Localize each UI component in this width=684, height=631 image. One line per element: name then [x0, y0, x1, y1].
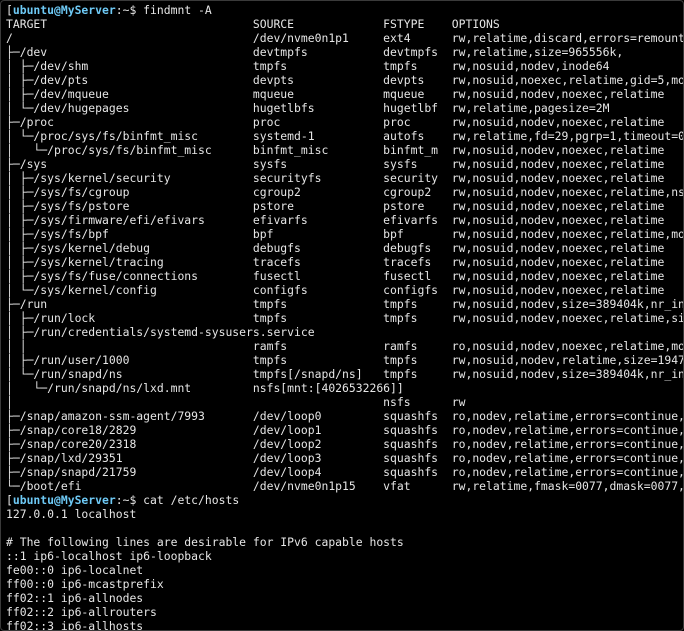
table-header: TARGET SOURCE FSTYPE OPTIONS — [6, 17, 500, 31]
table-row: ├─/snap/core18/2829 /dev/loop1 squashfs … — [6, 423, 683, 437]
table-row: │ ├─/run/user/1000 tmpfs tmpfs rw,nosuid… — [6, 353, 683, 367]
table-row: │ ├─/sys/firmware/efi/efivars efivarfs e… — [6, 213, 665, 227]
hosts-line: fe00::0 ip6-localnet — [6, 563, 144, 577]
table-row: │ └─/proc/sys/fs/binfmt_misc systemd-1 a… — [6, 129, 683, 143]
table-row: │ ├─/dev/shm tmpfs tmpfs rw,nosuid,nodev… — [6, 59, 610, 73]
prompt-open-bracket: [ — [6, 3, 13, 17]
hosts-line: ff02::3 ip6-allhosts — [6, 619, 144, 631]
hosts-line: ff02::2 ip6-allrouters — [6, 605, 157, 619]
table-row: │ ├─/sys/fs/fuse/connections fusectl fus… — [6, 269, 665, 283]
terminal-window[interactable]: [ubuntu@MyServer:~$ findmnt -A TARGET SO… — [0, 0, 684, 631]
table-row: ├─/snap/lxd/29351 /dev/loop3 squashfs ro… — [6, 451, 683, 465]
table-row: │ ├─/sys/kernel/debug debugfs debugfs rw… — [6, 241, 665, 255]
table-row: └─/boot/efi /dev/nvme0n1p15 vfat rw,rela… — [6, 479, 683, 493]
command-text: cat /etc/hosts — [143, 493, 240, 507]
prompt-path: :~$ — [115, 3, 144, 17]
hosts-output: 127.0.0.1 localhost # The following lines… — [6, 507, 683, 631]
table-row: │ └─/sys/kernel/config configfs configfs… — [6, 283, 665, 297]
table-row: │ ├─/sys/fs/pstore pstore pstore rw,nosu… — [6, 199, 665, 213]
table-row: │ │ ramfs ramfs ro,nosuid,nodev,noexec,r… — [6, 339, 683, 353]
table-row: ├─/proc proc proc rw,nosuid,nodev,noexec… — [6, 115, 665, 129]
hosts-line: 127.0.0.1 localhost — [6, 507, 137, 521]
findmnt-output: / /dev/nvme0n1p1 ext4 rw,relatime,discar… — [6, 31, 683, 493]
table-row: │ ├─/sys/fs/bpf bpf bpf rw,nosuid,nodev,… — [6, 227, 683, 241]
table-row: ├─/sys sysfs sysfs rw,nosuid,nodev,noexe… — [6, 157, 665, 171]
hosts-line: ff02::1 ip6-allnodes — [6, 591, 144, 605]
table-row: │ ├─/run/credentials/systemd-sysusers.se… — [6, 325, 315, 339]
table-row: │ ├─/sys/kernel/security securityfs secu… — [6, 171, 665, 185]
command-text: findmnt -A — [143, 3, 212, 17]
table-row: │ └─/proc/sys/fs/binfmt_misc binfmt_misc… — [6, 143, 665, 157]
table-row: │ └─/dev/hugepages hugetlbfs hugetlbf rw… — [6, 101, 610, 115]
prompt-line-findmnt: [ubuntu@MyServer:~$ findmnt -A — [6, 3, 683, 17]
prompt-open-bracket: [ — [6, 493, 13, 507]
table-row: │ ├─/run/lock tmpfs tmpfs rw,nosuid,node… — [6, 311, 683, 325]
table-row: │ └─/run/snapd/ns tmpfs[/snapd/ns] tmpfs… — [6, 367, 683, 381]
table-row: ├─/dev devtmpfs devtmpfs rw,relatime,siz… — [6, 45, 624, 59]
hosts-line — [6, 521, 683, 535]
prompt-line-cat: [ubuntu@MyServer:~$ cat /etc/hosts — [6, 493, 683, 507]
table-row: │ └─/run/snapd/ns/lxd.mnt nsfs[mnt:[4026… — [6, 381, 404, 395]
table-row: │ ├─/dev/mqueue mqueue mqueue rw,nosuid,… — [6, 87, 665, 101]
table-row: ├─/snap/core20/2318 /dev/loop2 squashfs … — [6, 437, 683, 451]
table-row: │ ├─/sys/kernel/tracing tracefs tracefs … — [6, 255, 665, 269]
prompt-user-host: ubuntu@MyServer — [12, 3, 116, 17]
table-row: / /dev/nvme0n1p1 ext4 rw,relatime,discar… — [6, 31, 683, 45]
table-row: ├─/snap/amazon-ssm-agent/7993 /dev/loop0… — [6, 409, 683, 423]
table-row: │ ├─/sys/fs/cgroup cgroup2 cgroup2 rw,no… — [6, 185, 683, 199]
table-row: ├─/snap/snapd/21759 /dev/loop4 squashfs … — [6, 465, 683, 479]
prompt-user-host: ubuntu@MyServer — [12, 493, 116, 507]
table-row: │ nsfs rw — [6, 395, 466, 409]
hosts-line: # The following lines are desirable for … — [6, 535, 404, 549]
prompt-path: :~$ — [115, 493, 144, 507]
table-row: ├─/run tmpfs tmpfs rw,nosuid,nodev,size=… — [6, 297, 683, 311]
table-row: │ ├─/dev/pts devpts devpts rw,nosuid,noe… — [6, 73, 683, 87]
hosts-line: ff00::0 ip6-mcastprefix — [6, 577, 164, 591]
hosts-line: ::1 ip6-localhost ip6-loopback — [6, 549, 212, 563]
